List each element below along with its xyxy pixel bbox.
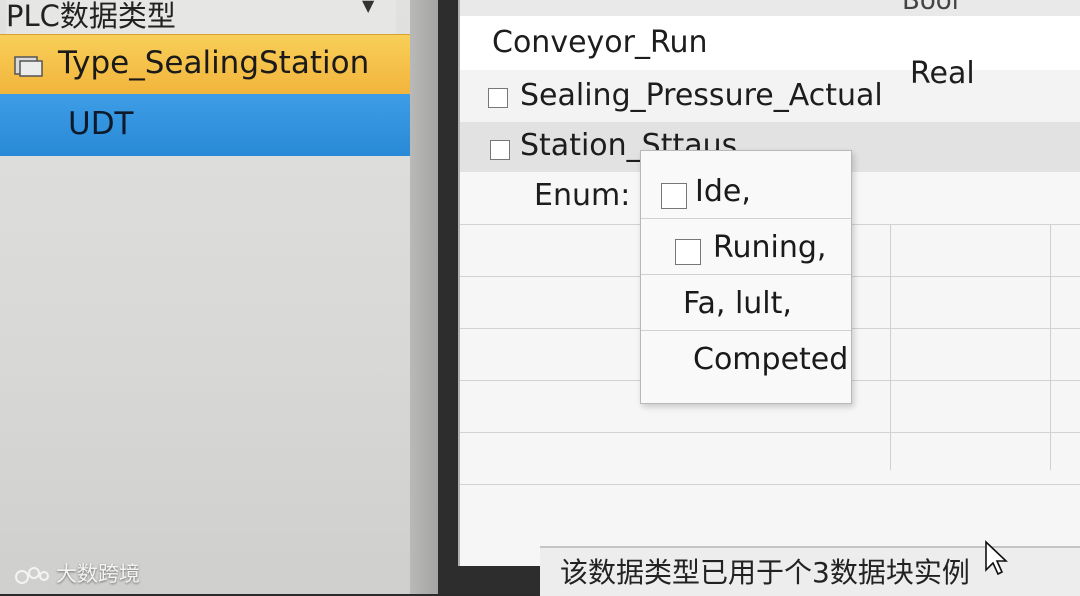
column-header-type: Bool [902, 0, 959, 16]
option-label: Ide, [695, 174, 751, 209]
option-label: Runing, [713, 230, 827, 265]
folder-icon [14, 56, 43, 77]
tree-item-type-sealingstation[interactable]: Type_SealingStation [0, 34, 410, 95]
table-row[interactable]: Conveyor_Run [460, 16, 1080, 71]
option-checkbox[interactable] [675, 239, 701, 265]
collapse-arrow-icon[interactable]: ▼ [362, 0, 386, 15]
empty-row[interactable] [460, 432, 1080, 485]
enum-option-running[interactable]: Runing, [641, 221, 851, 275]
watermark-text: 大数跨境 [56, 562, 140, 586]
cell-type: Real [910, 56, 975, 91]
cell-name: Sealing_Pressure_Actual [520, 78, 883, 113]
row-checkbox[interactable] [490, 140, 510, 160]
watermark: 大数跨境 [12, 560, 140, 588]
project-tree-panel: PLC数据类型 ▼ Type_SealingStation UDT [0, 0, 410, 594]
enum-option-fault[interactable]: Fa, lult, [641, 277, 851, 331]
brand-logo-icon [15, 567, 49, 584]
option-label: Fa, lult, [683, 286, 792, 321]
row-checkbox[interactable] [488, 88, 508, 108]
tree-item-label: UDT [68, 106, 134, 142]
enum-option-idle[interactable]: Ide, [641, 165, 851, 219]
status-text: 该数据类型已用于个3数据块实例 [560, 556, 970, 589]
enum-dropdown: Ide, Runing, Fa, lult, Competed [640, 150, 852, 404]
mouse-cursor-icon [985, 540, 1008, 576]
enum-option-completed[interactable]: Competed [641, 333, 851, 387]
enum-label: Enum: [534, 178, 631, 213]
tree-item-label: Type_SealingStation [58, 45, 370, 81]
tree-item-udt[interactable]: UDT [0, 94, 410, 156]
panel-splitter[interactable] [410, 0, 438, 594]
option-label: Competed [693, 342, 849, 377]
option-checkbox[interactable] [661, 183, 687, 209]
grid-header-row: Bool [460, 0, 1080, 17]
cell-name: Conveyor_Run [492, 25, 708, 60]
panel-title: PLC数据类型 [6, 0, 396, 34]
table-row[interactable]: Sealing_Pressure_Actual Real [460, 56, 1080, 123]
